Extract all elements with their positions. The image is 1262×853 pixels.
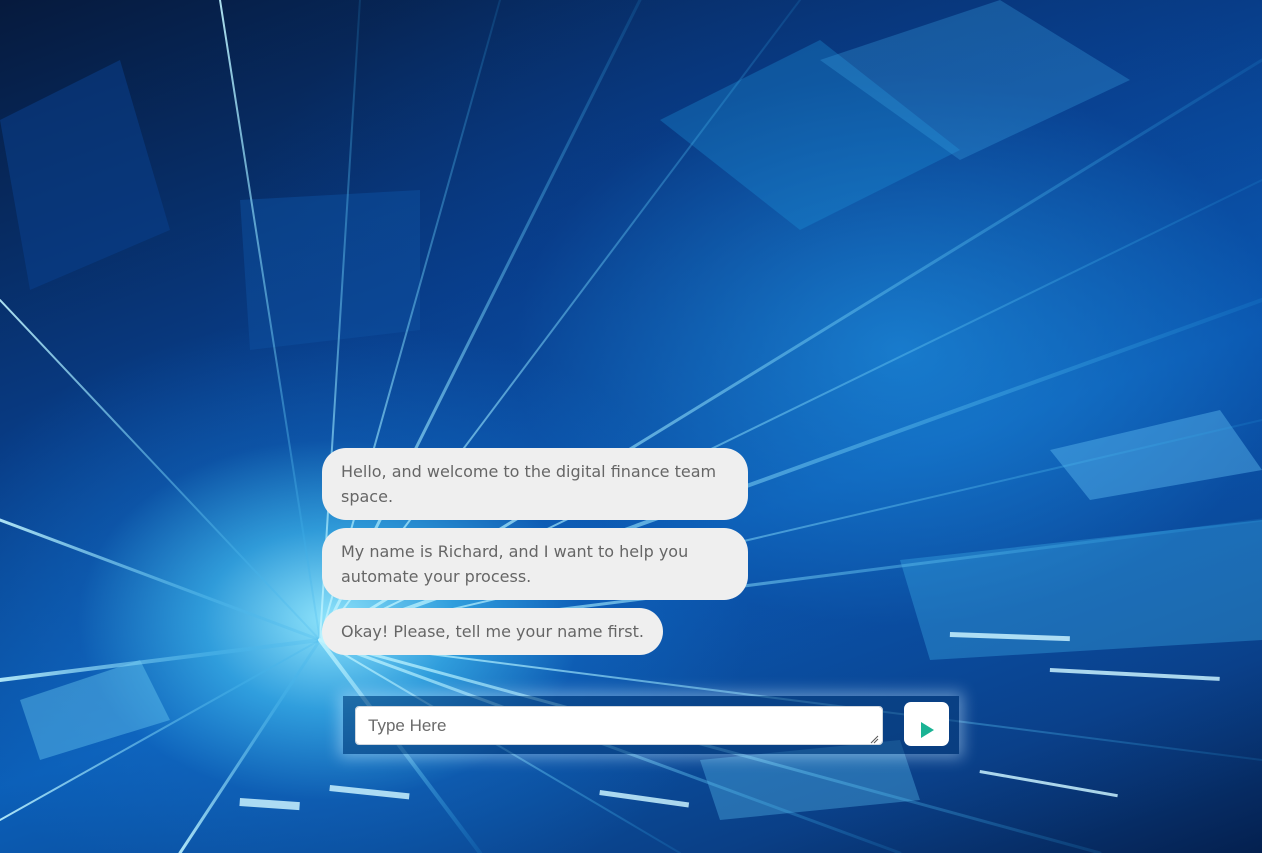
chat-page: Hello, and welcome to the digital financ… [0,0,1262,853]
send-button[interactable] [904,702,949,746]
message-composer [343,696,959,754]
message-input[interactable] [355,706,883,745]
chat-messages: Hello, and welcome to the digital financ… [322,448,748,663]
bot-message: Okay! Please, tell me your name first. [322,608,663,655]
bot-message: My name is Richard, and I want to help y… [322,528,748,600]
play-triangle-icon [920,722,934,738]
bot-message: Hello, and welcome to the digital financ… [322,448,748,520]
